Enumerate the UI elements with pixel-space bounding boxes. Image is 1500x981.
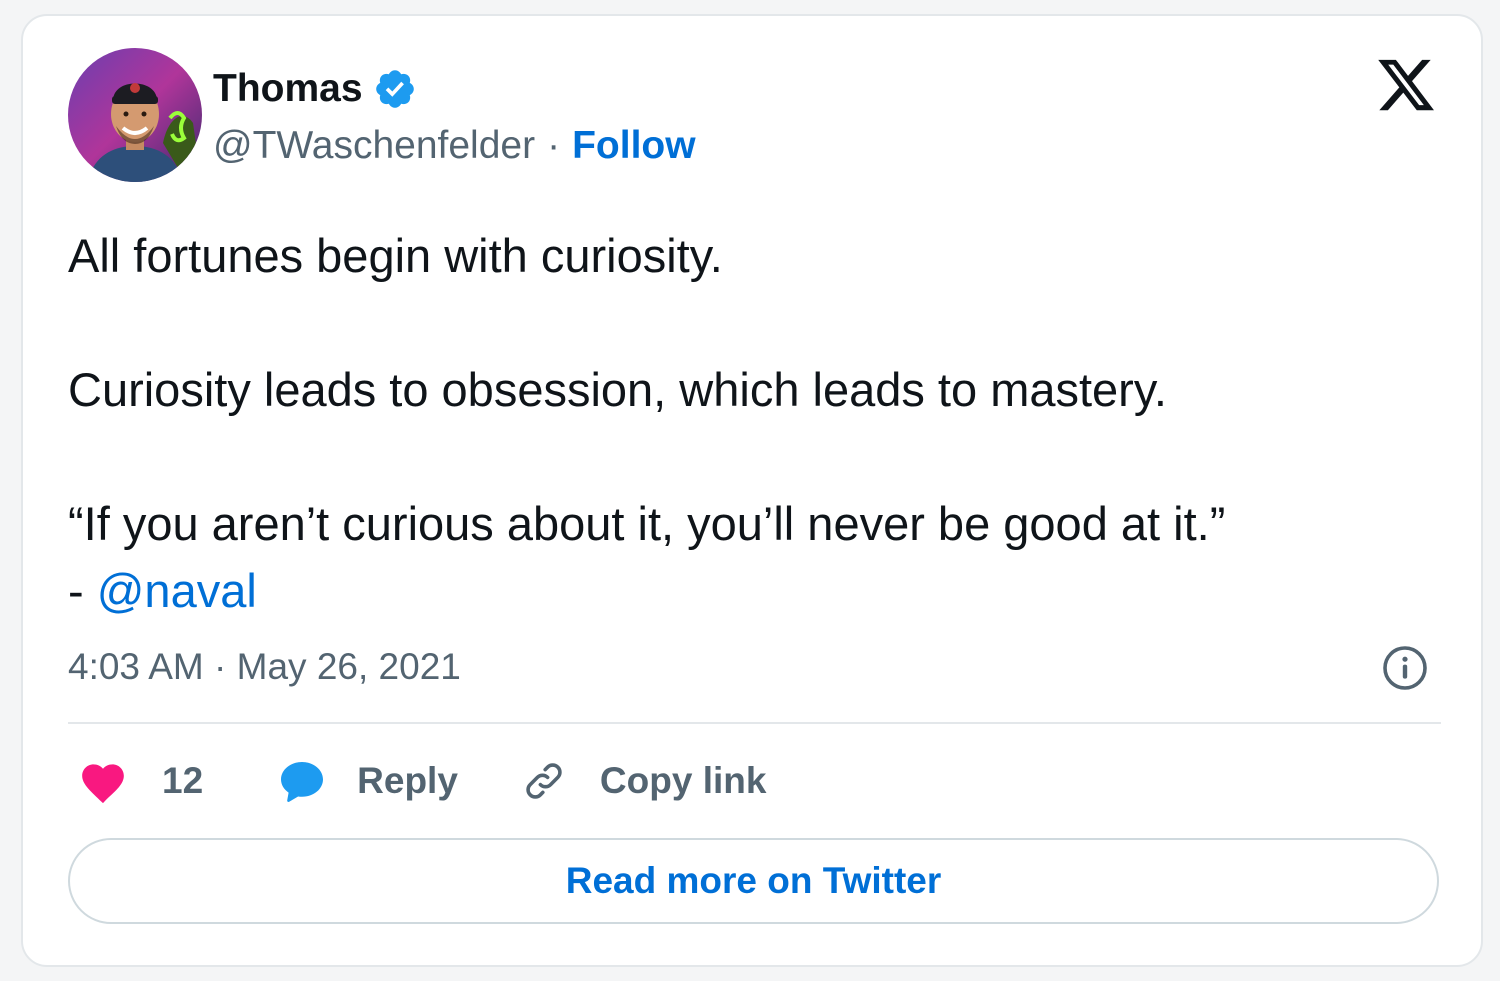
embedded-tweet-card: Thomas @TWaschenfelder · Follow All fort… [21,14,1483,967]
follow-button[interactable]: Follow [572,124,695,168]
separator-dot: · [547,124,561,167]
tweet-text: All fortunes begin with curiosity. Curio… [68,222,1448,624]
author-handle[interactable]: @TWaschenfelder [213,124,535,168]
tweet-timestamp[interactable]: 4:03 AM · May 26, 2021 [68,642,461,692]
reply-label: Reply [357,760,458,801]
info-icon[interactable] [1381,644,1429,692]
timestamp-separator: · [214,646,227,687]
verified-badge-icon [375,70,414,108]
tweet-line: All fortunes begin with curiosity. [68,229,723,282]
tweet-line: Curiosity leads to obsession, which lead… [68,363,1167,416]
avatar[interactable] [68,48,202,182]
avatar-image [68,48,202,182]
copy-link-button[interactable]: Copy link [520,757,767,805]
like-button[interactable]: 12 [78,758,203,804]
speech-bubble-icon [281,762,324,803]
author-display-name[interactable]: Thomas [213,67,363,111]
like-count: 12 [162,760,204,801]
divider [68,722,1441,724]
read-more-button[interactable]: Read more on Twitter [68,838,1439,924]
heart-icon [82,764,124,804]
mention-link[interactable]: @naval [97,564,257,617]
reply-button[interactable]: Reply [277,757,458,805]
timestamp-time: 4:03 AM [68,646,204,687]
action-bar: 12 Reply Copy link [68,751,766,811]
author-name-row: Thomas [213,66,417,112]
timestamp-date: May 26, 2021 [236,646,461,687]
copy-link-label: Copy link [599,760,767,801]
tweet-attribution: - @naval [68,557,1448,624]
link-icon [526,763,562,799]
tweet-line: “If you aren’t curious about it, you’ll … [68,497,1226,550]
attribution-prefix: - [68,564,97,617]
author-handle-row: @TWaschenfelder · Follow [213,122,696,170]
x-logo-icon[interactable] [1375,54,1437,116]
